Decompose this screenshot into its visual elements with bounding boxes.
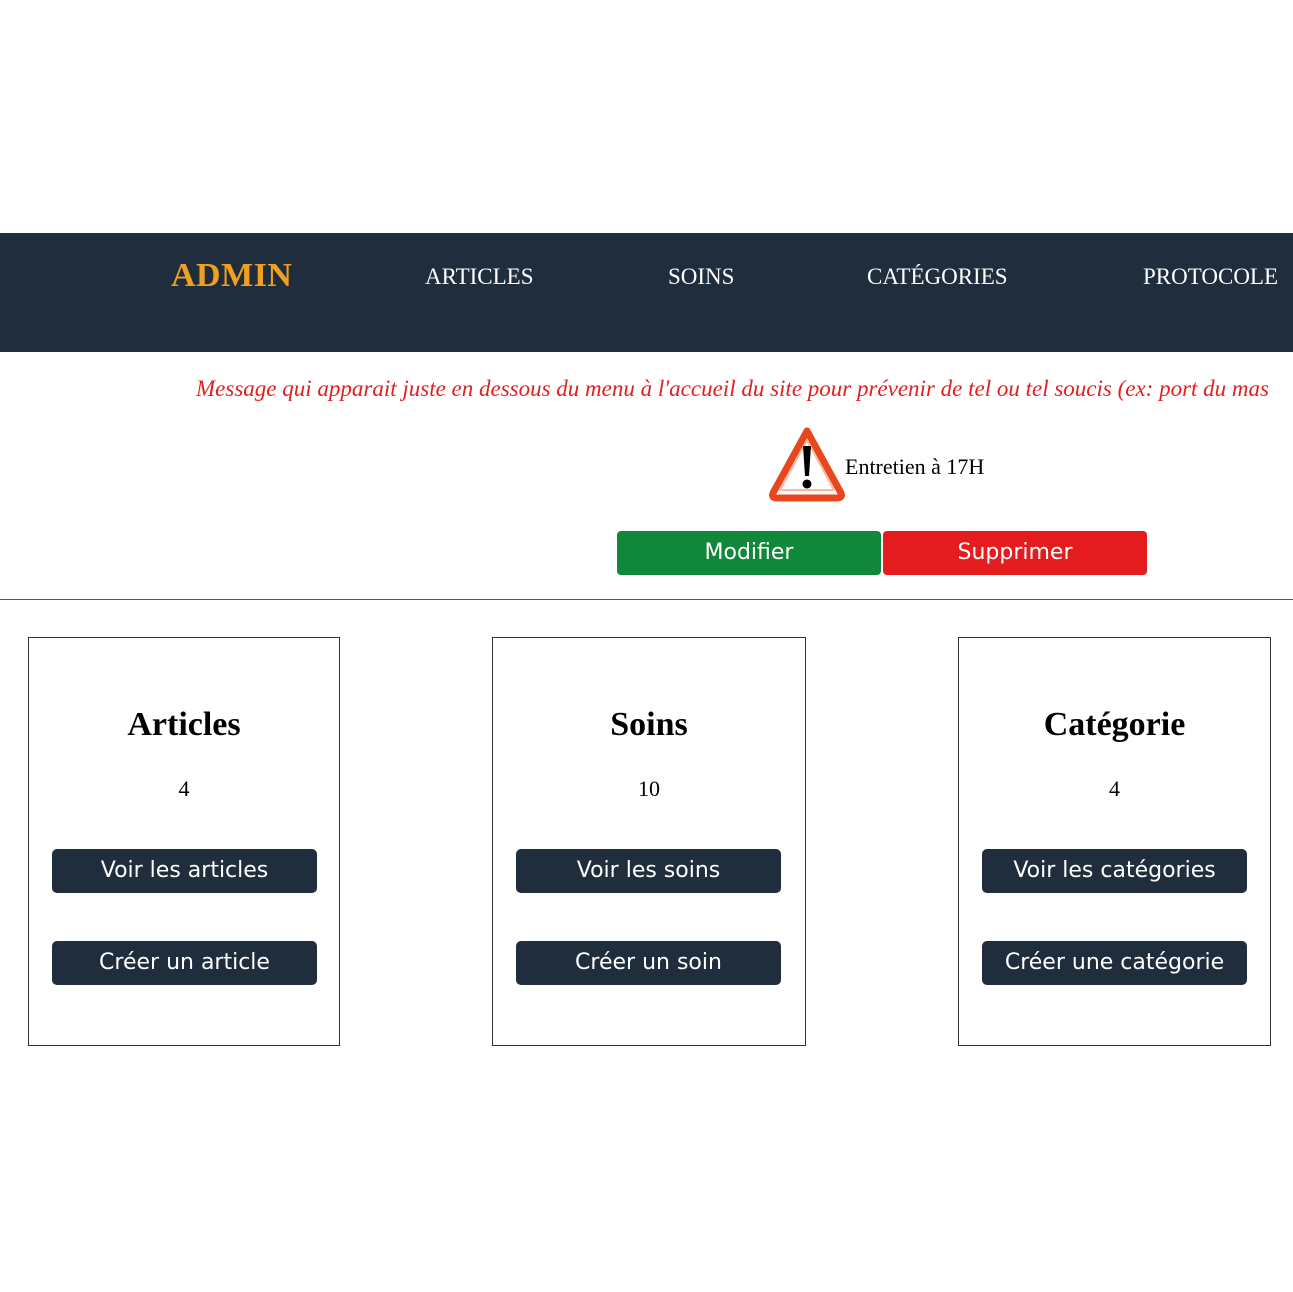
nav-link-protocole[interactable]: PROTOCOLE — [1143, 264, 1278, 290]
categories-card-title: Catégorie — [1043, 706, 1186, 743]
categories-card: Catégorie 4 Voir les catégories Créer un… — [958, 637, 1271, 1046]
nav-link-categories[interactable]: CATÉGORIES — [867, 264, 1008, 290]
create-soin-button[interactable]: Créer un soin — [516, 941, 781, 985]
nav-link-soins[interactable]: SOINS — [668, 264, 734, 290]
view-categories-button[interactable]: Voir les catégories — [982, 849, 1247, 893]
view-soins-button[interactable]: Voir les soins — [516, 849, 781, 893]
top-navbar: ADMIN ARTICLES SOINS CATÉGORIES PROTOCOL… — [0, 233, 1293, 352]
section-divider — [0, 599, 1293, 600]
articles-card-title: Articles — [127, 706, 241, 743]
soins-card-title: Soins — [610, 706, 688, 743]
modify-message-button[interactable]: Modifier — [617, 531, 881, 575]
site-alert-message: Message qui apparait juste en dessous du… — [196, 376, 1269, 401]
view-articles-button[interactable]: Voir les articles — [52, 849, 317, 893]
nav-link-articles[interactable]: ARTICLES — [425, 264, 534, 290]
articles-card: Articles 4 Voir les articles Créer un ar… — [28, 637, 340, 1046]
maintenance-text: Entretien à 17H — [845, 454, 985, 479]
categories-count: 4 — [1109, 776, 1120, 801]
warning-icon — [769, 427, 845, 502]
create-category-button[interactable]: Créer une catégorie — [982, 941, 1247, 985]
delete-message-button[interactable]: Supprimer — [883, 531, 1147, 575]
soins-card: Soins 10 Voir les soins Créer un soin — [492, 637, 806, 1046]
soins-count: 10 — [638, 776, 660, 801]
articles-count: 4 — [178, 776, 190, 801]
admin-brand-link[interactable]: ADMIN — [171, 257, 292, 295]
create-article-button[interactable]: Créer un article — [52, 941, 317, 985]
